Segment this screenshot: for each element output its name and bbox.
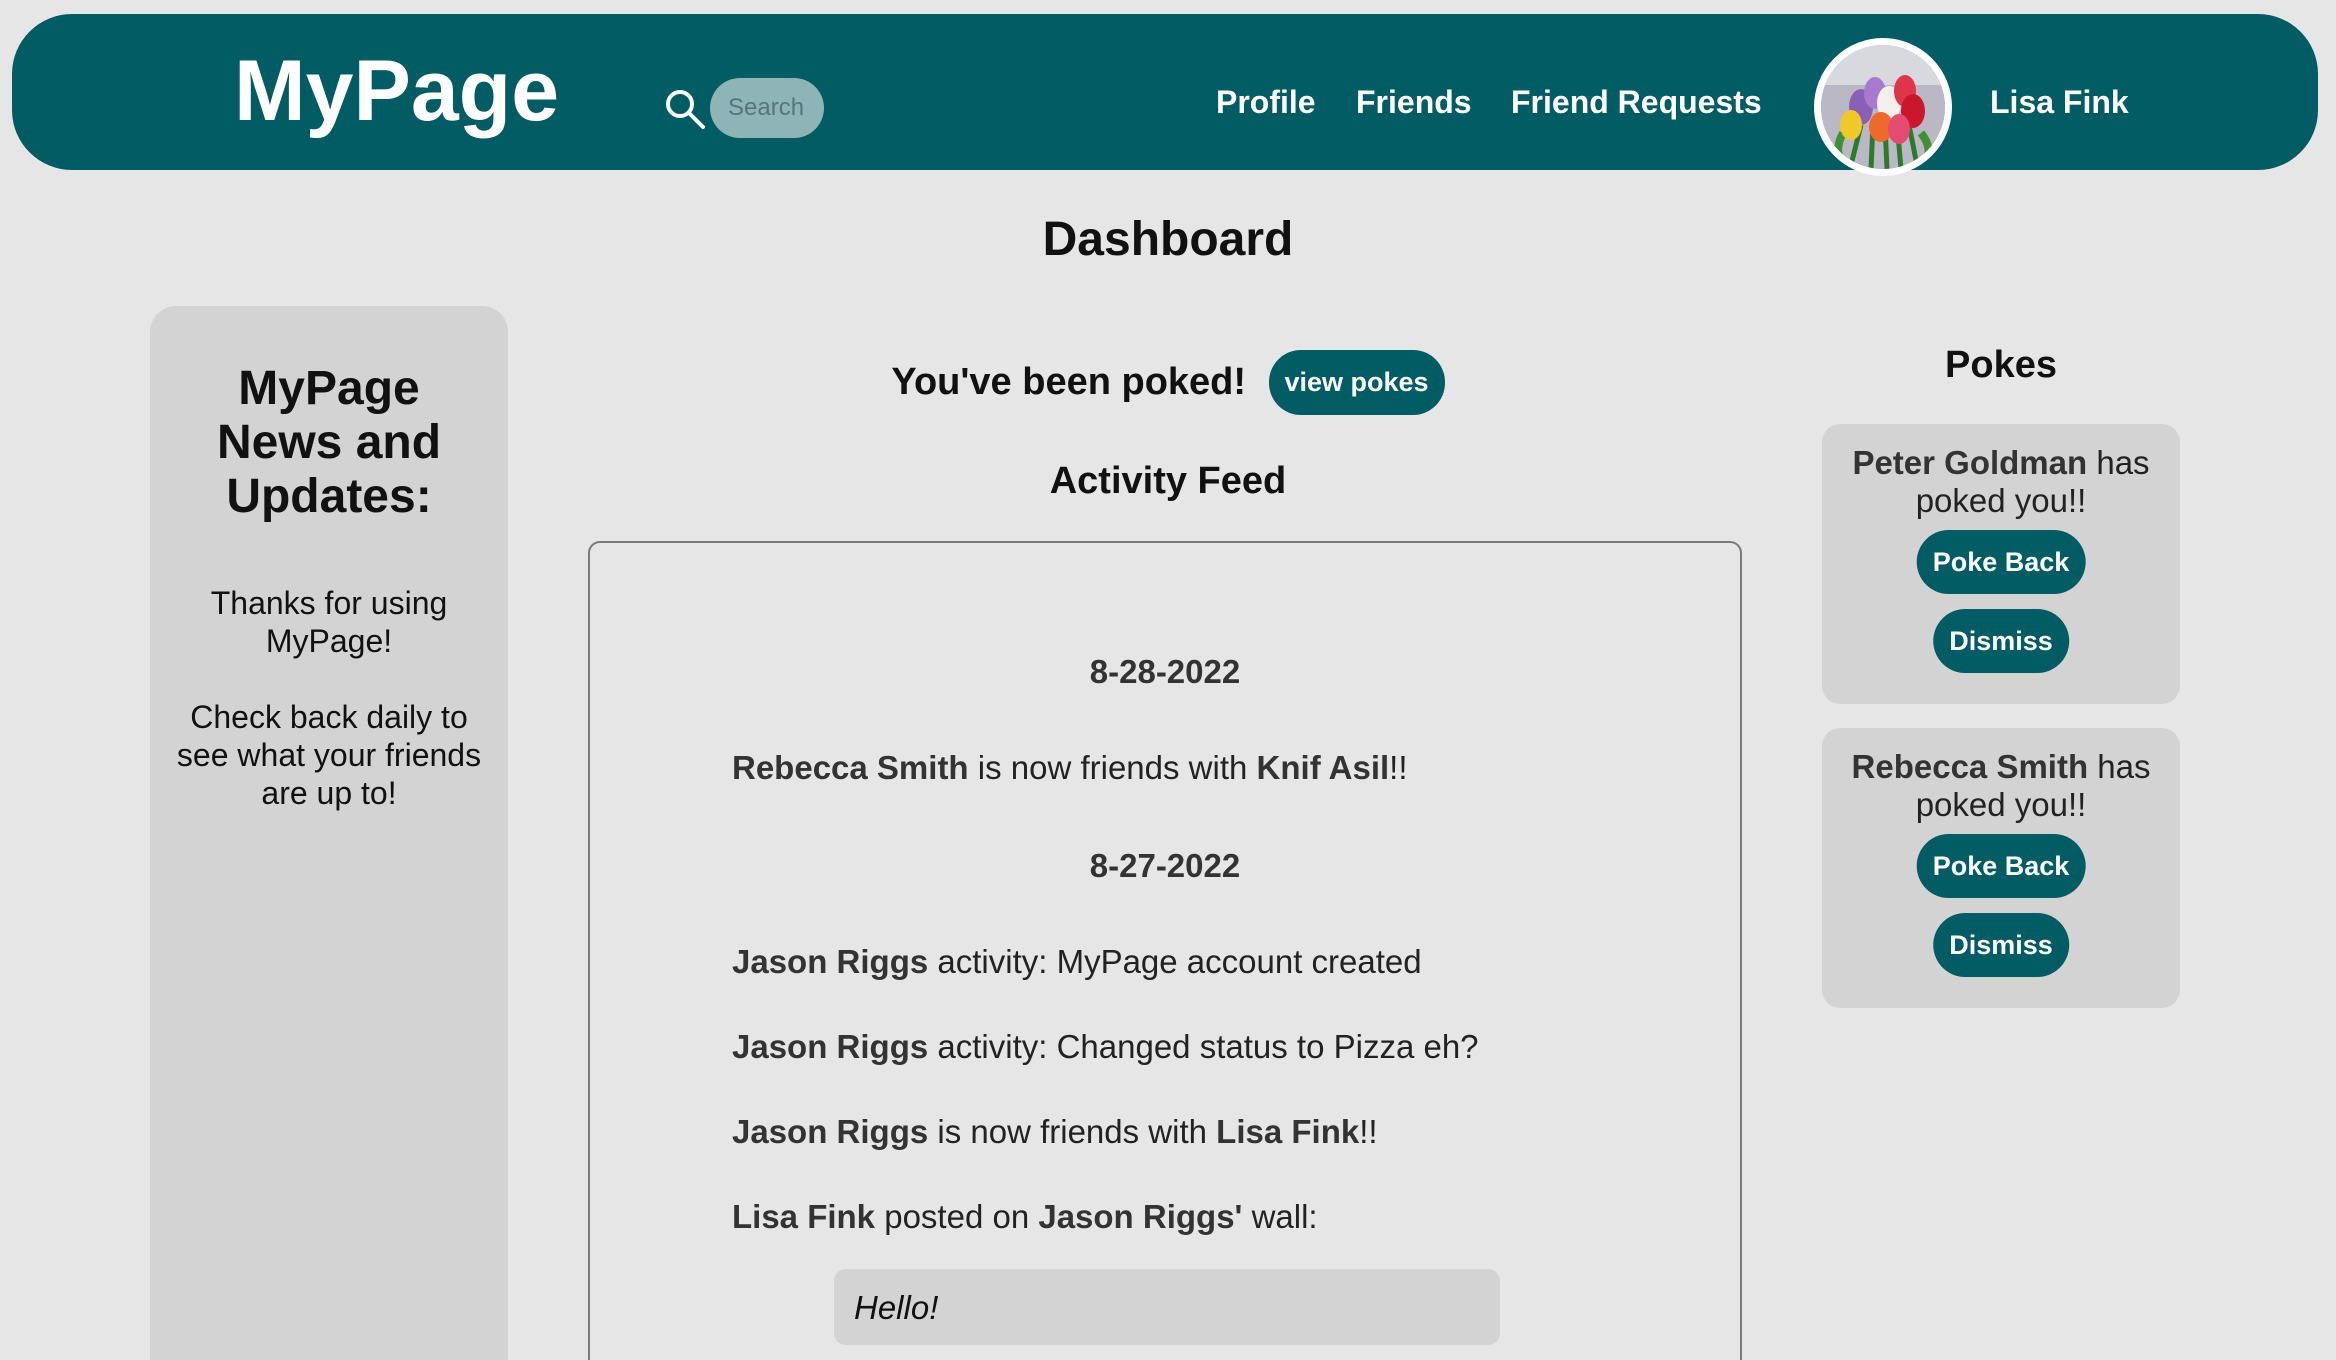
feed-item: Rebecca Smith is now friends with Knif A…	[732, 749, 1408, 787]
feed-date: 8-27-2022	[1089, 847, 1241, 884]
feed-user-link[interactable]: Rebecca Smith	[732, 749, 969, 786]
search-icon[interactable]	[664, 88, 706, 130]
poke-back-button[interactable]: Poke Back	[1916, 834, 2086, 898]
news-text: Check back daily to see what your friend…	[176, 699, 482, 811]
feed-user-link[interactable]: Knif Asil	[1257, 749, 1390, 786]
wall-post-content: Hello!	[834, 1269, 1500, 1345]
activity-feed[interactable]: 8-28-2022 Rebecca Smith is now friends w…	[588, 541, 1742, 1360]
feed-item-text: !!	[1359, 1113, 1378, 1150]
dismiss-button[interactable]: Dismiss	[1933, 913, 2069, 977]
poke-card: Peter Goldman has poked you!! Poke Back …	[1822, 424, 2180, 704]
search-input[interactable]	[710, 78, 824, 138]
poke-card: Rebecca Smith has poked you!! Poke Back …	[1822, 728, 2180, 1008]
feed-item-text: is now friends with	[968, 749, 1257, 786]
poke-message: Peter Goldman has poked you!!	[1822, 444, 2180, 520]
feed-date: 8-28-2022	[1089, 653, 1241, 690]
tulips-avatar-image	[1821, 45, 1945, 169]
feed-item: Jason Riggs activity: Changed status to …	[732, 1028, 1479, 1066]
top-navbar: MyPage Profile Friends Friend Requests	[12, 14, 2318, 176]
pokes-title: Pokes	[1945, 344, 2057, 386]
poke-message: Rebecca Smith has poked you!!	[1822, 748, 2180, 824]
nav-profile-link[interactable]: Profile	[1216, 86, 1316, 118]
feed-item-text: is now friends with	[928, 1113, 1217, 1150]
feed-item: Jason Riggs is now friends with Lisa Fin…	[732, 1113, 1378, 1151]
nav-friends-link[interactable]: Friends	[1356, 86, 1472, 118]
view-pokes-button[interactable]: view pokes	[1268, 350, 1445, 415]
feed-item-text: activity: Changed status to Pizza eh?	[928, 1028, 1479, 1065]
feed-item: Lisa Fink posted on Jason Riggs' wall:	[732, 1198, 1318, 1236]
feed-user-link[interactable]: Jason Riggs'	[1038, 1198, 1242, 1235]
feed-item-text: posted on	[875, 1198, 1039, 1235]
poke-alert-text: You've been poked!	[891, 361, 1247, 403]
page-title: Dashboard	[1042, 213, 1294, 266]
feed-user-link[interactable]: Jason Riggs	[732, 943, 928, 980]
feed-item-text: !!	[1389, 749, 1408, 786]
dashboard-page: MyPage Profile Friends Friend Requests	[0, 0, 2336, 1360]
feed-item: Jason Riggs activity: MyPage account cre…	[732, 943, 1422, 981]
brand-logo[interactable]: MyPage	[234, 48, 559, 134]
poke-back-button[interactable]: Poke Back	[1916, 530, 2086, 594]
feed-user-link[interactable]: Jason Riggs	[732, 1028, 928, 1065]
dismiss-button[interactable]: Dismiss	[1933, 609, 2069, 673]
feed-item-text: wall:	[1242, 1198, 1318, 1235]
feed-user-link[interactable]: Lisa Fink	[1216, 1113, 1359, 1150]
user-avatar[interactable]	[1814, 38, 1952, 176]
poke-sender-name[interactable]: Peter Goldman	[1852, 444, 2087, 481]
current-user-name[interactable]: Lisa Fink	[1990, 86, 2129, 118]
feed-user-link[interactable]: Jason Riggs	[732, 1113, 928, 1150]
feed-item-text: activity: MyPage account created	[928, 943, 1422, 980]
nav-friend-requests-link[interactable]: Friend Requests	[1511, 86, 1762, 118]
feed-user-link[interactable]: Lisa Fink	[732, 1198, 875, 1235]
news-text: Thanks for using MyPage!	[210, 585, 448, 659]
poke-sender-name[interactable]: Rebecca Smith	[1852, 748, 2089, 785]
